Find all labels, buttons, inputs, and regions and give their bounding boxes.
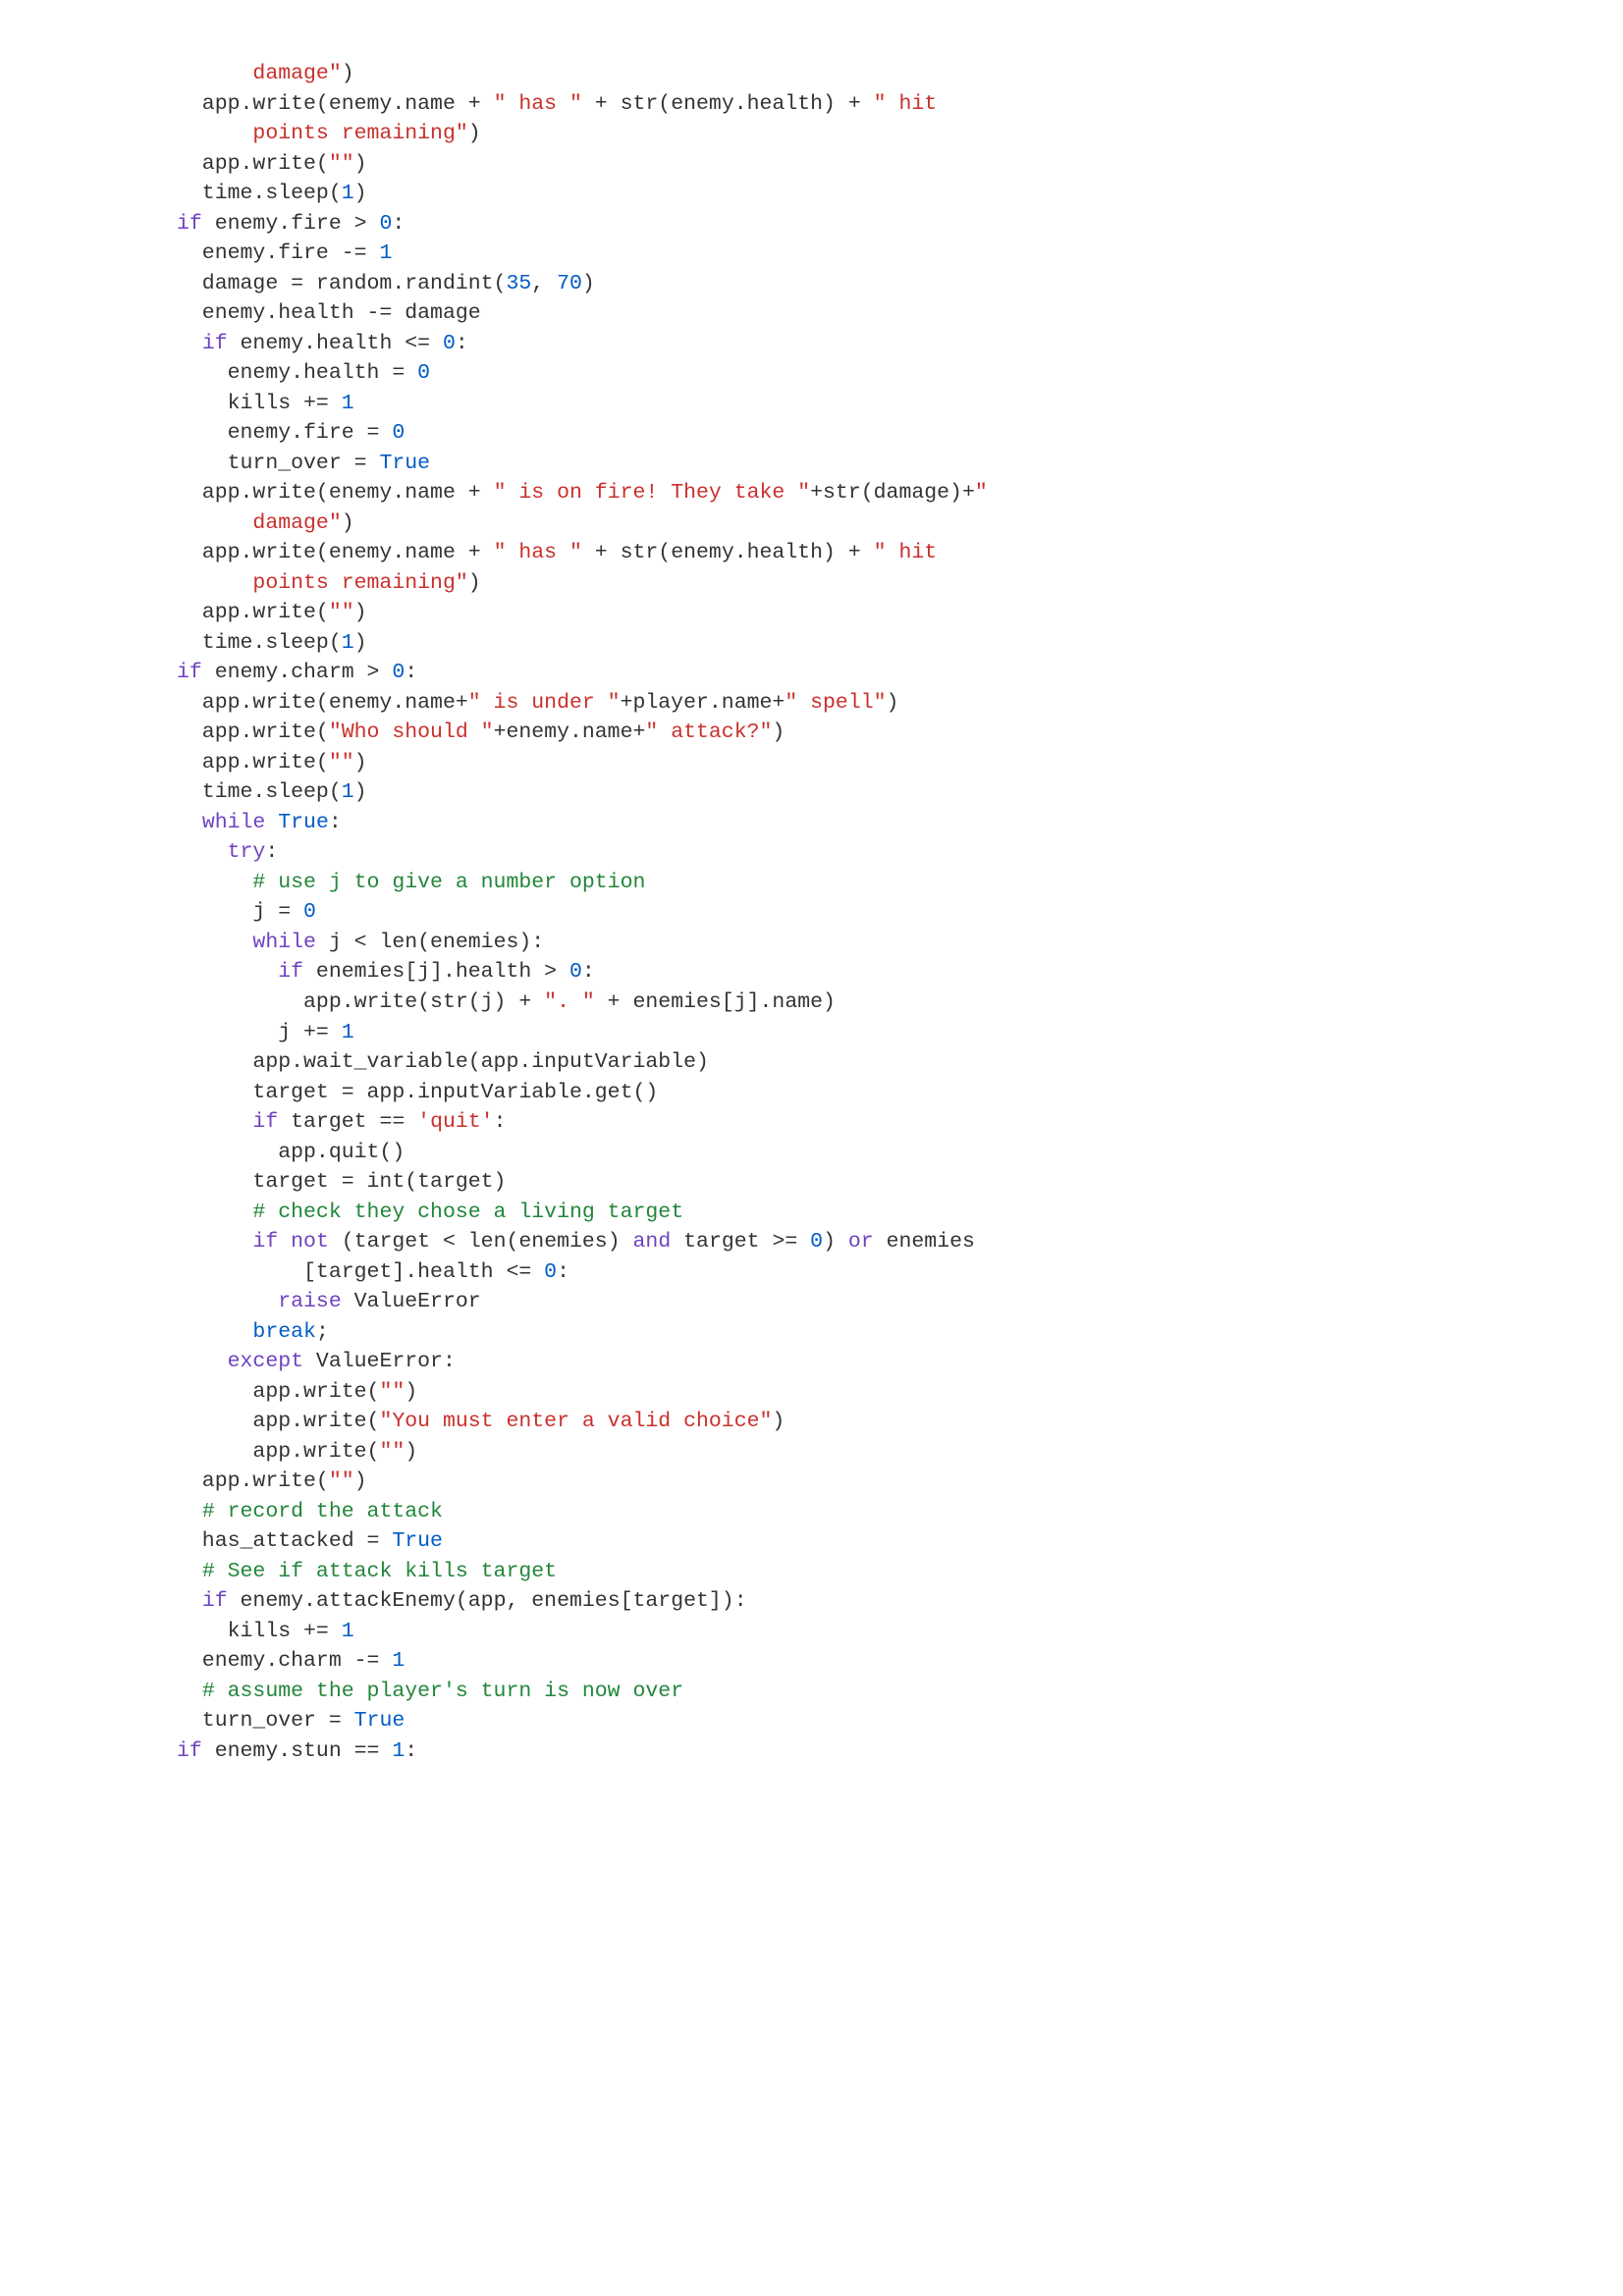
code-line: kills += 1 [177,1617,1486,1647]
code-line: app.write("") [177,1437,1486,1468]
code-line: app.write(str(j) + ". " + enemies[j].nam… [177,988,1486,1018]
code-line: # assume the player's turn is now over [177,1677,1486,1707]
code-line: # See if attack kills target [177,1557,1486,1587]
code-line: points remaining") [177,568,1486,599]
code-line: app.write(enemy.name + " has " + str(ene… [177,89,1486,120]
code-line: time.sleep(1) [177,777,1486,808]
code-line: app.write("") [177,748,1486,778]
code-line: except ValueError: [177,1347,1486,1377]
code-line: if enemy.health <= 0: [177,329,1486,359]
code-line: # record the attack [177,1497,1486,1527]
code-line: points remaining") [177,119,1486,149]
code-line: app.wait_variable(app.inputVariable) [177,1047,1486,1078]
code-line: damage") [177,508,1486,539]
code-line: app.write("You must enter a valid choice… [177,1407,1486,1437]
code-line: target = app.inputVariable.get() [177,1078,1486,1108]
code-line: time.sleep(1) [177,628,1486,659]
code-line: app.write("") [177,1467,1486,1497]
code-line: if enemies[j].health > 0: [177,957,1486,988]
code-line: enemy.charm -= 1 [177,1646,1486,1677]
code-line: # check they chose a living target [177,1198,1486,1228]
code-line: app.write("Who should "+enemy.name+" att… [177,718,1486,748]
code-line: if enemy.attackEnemy(app, enemies[target… [177,1586,1486,1617]
code-line: app.write("") [177,1377,1486,1408]
code-line: [target].health <= 0: [177,1257,1486,1288]
code-line: turn_over = True [177,449,1486,479]
code-line: j = 0 [177,897,1486,928]
code-line: enemy.fire = 0 [177,418,1486,449]
code-line: if target == 'quit': [177,1107,1486,1138]
code-line: if enemy.fire > 0: [177,209,1486,240]
code-line: damage") [177,59,1486,89]
code-line: app.write("") [177,598,1486,628]
code-line: try: [177,837,1486,868]
code-line: app.write(enemy.name + " is on fire! The… [177,478,1486,508]
code-line: enemy.health = 0 [177,358,1486,389]
code-line: # use j to give a number option [177,868,1486,898]
code-line: if enemy.stun == 1: [177,1736,1486,1767]
code-line: enemy.fire -= 1 [177,239,1486,269]
code-line: if enemy.charm > 0: [177,658,1486,688]
code-line: j += 1 [177,1018,1486,1048]
code-block: damage") app.write(enemy.name + " has " … [0,0,1623,1825]
code-line: app.quit() [177,1138,1486,1168]
code-line: has_attacked = True [177,1526,1486,1557]
code-line: target = int(target) [177,1167,1486,1198]
code-line: enemy.health -= damage [177,298,1486,329]
code-line: if not (target < len(enemies) and target… [177,1227,1486,1257]
code-line: break; [177,1317,1486,1348]
code-line: app.write("") [177,149,1486,180]
code-line: damage = random.randint(35, 70) [177,269,1486,299]
code-line: time.sleep(1) [177,179,1486,209]
code-line: kills += 1 [177,389,1486,419]
code-line: while True: [177,808,1486,838]
code-line: app.write(enemy.name + " has " + str(ene… [177,538,1486,568]
code-line: turn_over = True [177,1706,1486,1736]
code-line: raise ValueError [177,1287,1486,1317]
code-line: while j < len(enemies): [177,928,1486,958]
code-line: app.write(enemy.name+" is under "+player… [177,688,1486,719]
